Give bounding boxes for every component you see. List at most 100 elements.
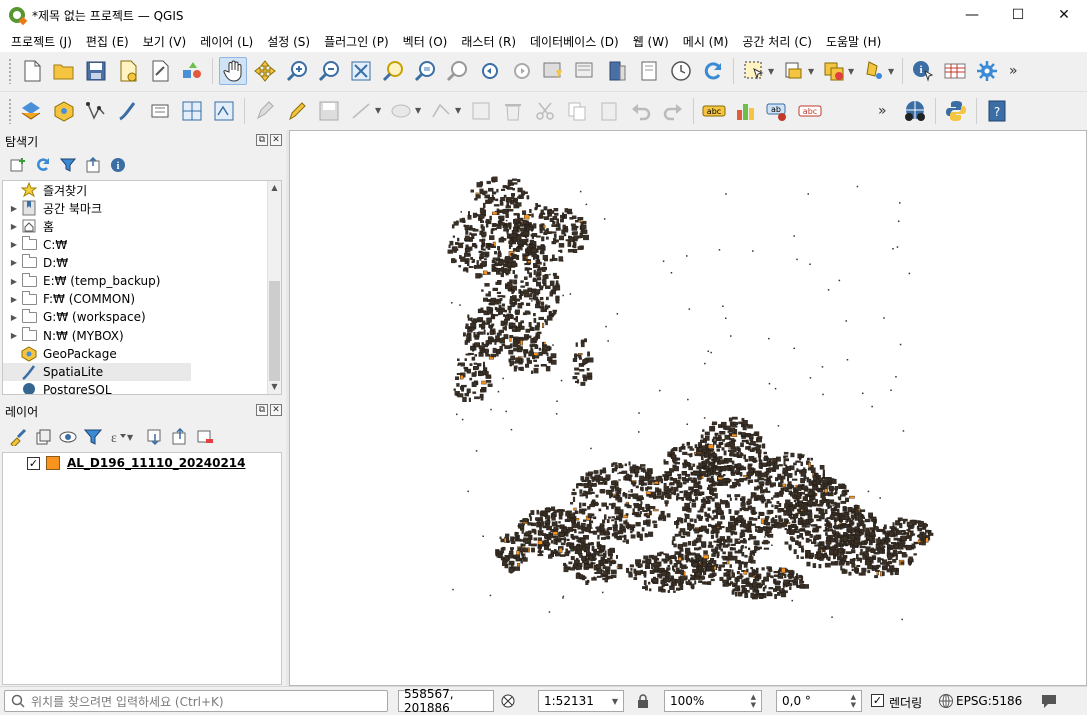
redo-icon[interactable] — [659, 97, 687, 125]
map-canvas[interactable] — [289, 130, 1087, 686]
menu-view[interactable]: 보기 (V) — [136, 33, 193, 50]
manage-visibility-icon[interactable] — [58, 428, 77, 447]
collapse-all-icon[interactable] — [83, 156, 102, 175]
maximize-button[interactable]: ☐ — [995, 0, 1041, 30]
layer-labeling-icon[interactable]: abc — [700, 97, 728, 125]
crs-label[interactable]: EPSG:5186 — [956, 694, 1022, 708]
scale-combobox[interactable]: 1:52131 ▼ — [538, 690, 624, 712]
expand-arrow-icon[interactable]: ▶ — [7, 258, 21, 267]
expand-arrow-icon[interactable]: ▶ — [7, 204, 21, 213]
menu-vector[interactable]: 벡터 (O) — [396, 33, 455, 50]
menu-plugins[interactable]: 플러그인 (P) — [317, 33, 396, 50]
close-panel-icon[interactable]: ✕ — [270, 134, 282, 146]
menu-processing[interactable]: 공간 처리 (C) — [735, 33, 819, 50]
close-button[interactable]: ✕ — [1041, 0, 1087, 30]
browser-item-spatialite[interactable]: SpatiaLite — [3, 362, 191, 382]
menu-database[interactable]: 데이터베이스 (D) — [523, 33, 626, 50]
python-console-icon[interactable] — [942, 97, 970, 125]
new-virtual-layer-icon[interactable] — [146, 97, 174, 125]
magnifier-spinbox[interactable]: 100% ▲ ▼ — [664, 690, 762, 712]
new-spatialite-layer-icon[interactable] — [114, 97, 142, 125]
expand-all-icon[interactable] — [145, 428, 164, 447]
toolbar-grip[interactable] — [8, 58, 12, 84]
help-contents-icon[interactable]: ? — [983, 97, 1011, 125]
properties-info-icon[interactable]: i — [108, 156, 127, 175]
collapse-all-layers-icon[interactable] — [170, 428, 189, 447]
style-manager-icon[interactable] — [178, 57, 206, 85]
menu-settings[interactable]: 설정 (S) — [260, 33, 317, 50]
menu-layer[interactable]: 레이어 (L) — [193, 33, 260, 50]
filter-legend-icon[interactable] — [83, 428, 102, 447]
toolbar2-overflow-icon[interactable]: » — [878, 103, 887, 119]
select-location-icon[interactable] — [860, 57, 888, 85]
menu-mesh[interactable]: 메시 (M) — [676, 33, 736, 50]
float-panel-icon[interactable]: ⧉ — [256, 404, 268, 416]
select-features-icon[interactable] — [740, 57, 768, 85]
pan-to-selection-icon[interactable] — [251, 57, 279, 85]
new-project-icon[interactable] — [18, 57, 46, 85]
show-bookmarks-icon[interactable] — [571, 57, 599, 85]
filter-expression-dropdown-icon[interactable]: ▼ — [127, 433, 135, 442]
expand-arrow-icon[interactable]: ▶ — [7, 240, 21, 249]
browser-item-drive-n[interactable]: ▶ N:₩ (MYBOX) — [3, 327, 281, 345]
data-source-manager-icon[interactable] — [18, 97, 46, 125]
vertex-tool-icon[interactable] — [427, 97, 455, 125]
delete-selected-icon[interactable] — [499, 97, 527, 125]
crs-globe-icon[interactable] — [938, 693, 954, 712]
open-attribute-table-icon[interactable] — [941, 57, 969, 85]
digitize-dropdown-icon[interactable]: ▼ — [375, 106, 383, 115]
show-map-tips-icon[interactable] — [635, 57, 663, 85]
close-panel-icon[interactable]: ✕ — [270, 404, 282, 416]
layer-styling-icon[interactable] — [8, 428, 27, 447]
new-temporary-layer-icon[interactable] — [210, 97, 238, 125]
render-checkbox[interactable]: ✓ — [871, 694, 884, 707]
scroll-up-icon[interactable]: ▲ — [268, 181, 281, 195]
select-by-value-icon[interactable] — [780, 57, 808, 85]
zoom-to-layer-icon[interactable] — [411, 57, 439, 85]
select-by-value-dropdown-icon[interactable]: ▼ — [808, 67, 816, 76]
toggle-editing-icon[interactable] — [283, 97, 311, 125]
browser-item-drive-d[interactable]: ▶ D:₩ — [3, 254, 281, 272]
paste-features-icon[interactable] — [595, 97, 623, 125]
scroll-thumb[interactable] — [269, 281, 280, 381]
identify-features-icon[interactable]: i — [909, 57, 937, 85]
browser-item-drive-f[interactable]: ▶ F:₩ (COMMON) — [3, 290, 281, 308]
menu-project[interactable]: 프로젝트 (J) — [4, 33, 79, 50]
deselect-features-icon[interactable] — [820, 57, 848, 85]
new-grid-layer-icon[interactable] — [178, 97, 206, 125]
expand-arrow-icon[interactable]: ▶ — [7, 295, 21, 304]
browser-item-spatial-bookmarks[interactable]: ▶ 공간 북마크 — [3, 199, 281, 217]
expand-arrow-icon[interactable]: ▶ — [7, 331, 21, 340]
pan-map-icon[interactable] — [219, 57, 247, 85]
browser-item-drive-g[interactable]: ▶ G:₩ (workspace) — [3, 308, 281, 326]
new-shapefile-layer-icon[interactable] — [82, 97, 110, 125]
new-bookmark-icon[interactable] — [539, 57, 567, 85]
float-panel-icon[interactable]: ⧉ — [256, 134, 268, 146]
rotation-spinbox[interactable]: 0,0 ° ▲ ▼ — [776, 690, 862, 712]
layer-row[interactable]: ✓ AL_D196_11110_20240214 — [3, 453, 281, 473]
modify-attributes-icon[interactable] — [467, 97, 495, 125]
show-hide-labels-icon[interactable]: abc — [796, 97, 824, 125]
zoom-next-icon[interactable] — [507, 57, 535, 85]
zoom-out-icon[interactable] — [315, 57, 343, 85]
undo-icon[interactable] — [627, 97, 655, 125]
toolbar-grip[interactable] — [8, 97, 12, 124]
filter-expression-icon[interactable]: ε — [108, 428, 127, 447]
toolbar-overflow-icon[interactable]: » — [1009, 63, 1018, 79]
browser-item-postgresql[interactable]: PostgreSQL — [3, 381, 281, 394]
current-edits-icon[interactable] — [251, 97, 279, 125]
toolbox-icon[interactable] — [973, 57, 1001, 85]
new-geopackage-layer-icon[interactable] — [50, 97, 78, 125]
digitize-icon[interactable] — [347, 97, 375, 125]
pin-labels-icon[interactable]: ab — [764, 97, 792, 125]
temporal-controller-icon[interactable] — [667, 57, 695, 85]
locator-search-box[interactable]: 위치를 찾으려면 입력하세요 (Ctrl+K) — [4, 690, 388, 712]
layer-diagram-icon[interactable] — [732, 97, 760, 125]
filter-browser-icon[interactable] — [58, 156, 77, 175]
save-project-icon[interactable] — [82, 57, 110, 85]
deselect-dropdown-icon[interactable]: ▼ — [848, 67, 856, 76]
expand-arrow-icon[interactable]: ▶ — [7, 222, 21, 231]
layer-visibility-checkbox[interactable]: ✓ — [27, 456, 40, 470]
vertex-tool-dropdown-icon[interactable]: ▼ — [455, 106, 463, 115]
browser-item-favorites[interactable]: 즐겨찾기 — [3, 181, 281, 199]
